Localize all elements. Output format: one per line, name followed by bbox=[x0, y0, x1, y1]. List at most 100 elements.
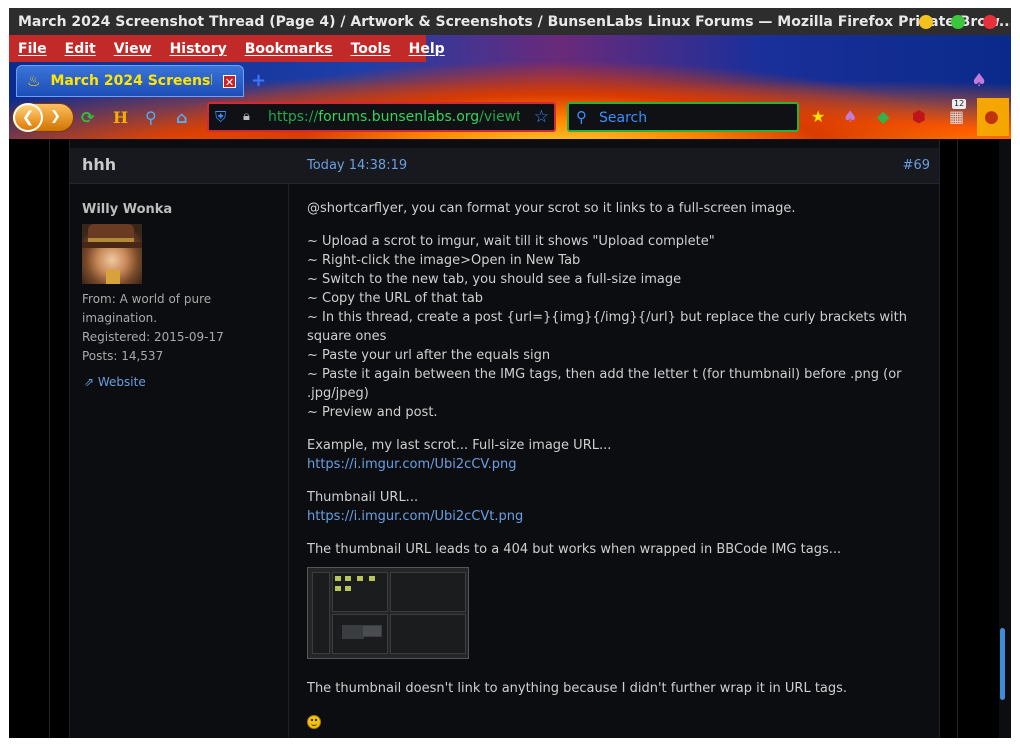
post-step: ~ Switch to the new tab, you should see … bbox=[307, 272, 682, 287]
author-registered: Registered: 2015-09-17 bbox=[82, 330, 224, 344]
post-step: ~ Copy the URL of that tab bbox=[307, 291, 484, 306]
menubar: File Edit View History Bookmarks Tools H… bbox=[9, 35, 445, 62]
example-label: Example, my last scrot... Full-size imag… bbox=[307, 438, 612, 453]
url-domain: forums.bunsenlabs.org bbox=[318, 109, 480, 125]
post-step: square ones bbox=[307, 329, 387, 344]
menu-file[interactable]: File bbox=[9, 41, 56, 57]
bookmarks-star-icon[interactable]: ★ bbox=[811, 107, 825, 126]
thumb-folder-icon bbox=[335, 586, 341, 591]
new-tab-button[interactable]: + bbox=[251, 70, 266, 91]
menu-tools[interactable]: Tools bbox=[342, 41, 400, 57]
thumb-window bbox=[342, 625, 364, 639]
avatar bbox=[82, 224, 142, 284]
tracking-shield-icon[interactable]: ⛨ bbox=[215, 108, 226, 126]
external-link-icon: ⇗ bbox=[84, 375, 98, 389]
thumb-folder-icon bbox=[345, 586, 351, 591]
page-gutter-left bbox=[49, 139, 50, 738]
tab-close-icon[interactable]: ✕ bbox=[223, 75, 236, 89]
forum-post: hhh Today 14:38:19 #69 Willy Wonka From:… bbox=[69, 139, 940, 738]
menu-help[interactable]: Help bbox=[400, 41, 454, 57]
private-mask-icon[interactable]: ♠ bbox=[843, 107, 857, 126]
magnifier-icon[interactable]: ⚲ bbox=[145, 108, 157, 127]
website-label: Website bbox=[97, 375, 146, 389]
flame-icon: ♨ bbox=[27, 72, 41, 90]
reload-icon[interactable]: ⟳ bbox=[81, 108, 94, 127]
avatar-hat-brim bbox=[82, 242, 142, 248]
home-icon[interactable]: ⌂ bbox=[176, 108, 187, 127]
window-titlebar: March 2024 Screenshot Thread (Page 4) / … bbox=[9, 8, 1011, 35]
post-step: ~ Paste your url after the equals sign bbox=[307, 348, 551, 363]
back-forward-group: ❮ ❯ bbox=[12, 103, 74, 132]
menu-bookmarks[interactable]: Bookmarks bbox=[236, 41, 342, 57]
thumb-pane bbox=[312, 572, 330, 654]
page-scrollbar[interactable] bbox=[999, 139, 1011, 738]
post-date-link[interactable]: Today 14:38:19 bbox=[307, 158, 407, 173]
page-content: hhh Today 14:38:19 #69 Willy Wonka From:… bbox=[9, 139, 1011, 738]
closing-text: The thumbnail doesn't link to anything b… bbox=[307, 681, 848, 696]
home-h-icon[interactable]: H bbox=[113, 108, 128, 127]
post-step: .jpg/jpeg) bbox=[307, 386, 369, 401]
firefox-icon: ● bbox=[984, 107, 999, 127]
post-step: ~ Upload a scrot to imgur, wait till it … bbox=[307, 234, 715, 249]
flag-extension-icon[interactable]: ▦ bbox=[949, 107, 964, 126]
thumbnail-link[interactable]: https://i.imgur.com/Ubi2cCVt.png bbox=[307, 509, 523, 524]
close-window-button[interactable] bbox=[983, 15, 997, 29]
url-path: /viewtopic.php bbox=[479, 109, 520, 125]
author-from-line2: imagination. bbox=[82, 311, 158, 325]
url-prefix: https:// bbox=[268, 109, 319, 125]
private-browsing-mask-icon: ♠ bbox=[971, 70, 988, 91]
tab-active[interactable]: ♨ March 2024 Screenshot Thread (Page 4) … bbox=[16, 65, 244, 97]
lock-icon[interactable]: 🔒︎ bbox=[243, 109, 250, 124]
search-icon: ⚲ bbox=[576, 108, 587, 126]
menu-view[interactable]: View bbox=[105, 41, 161, 57]
forward-button[interactable]: ❯ bbox=[50, 109, 61, 124]
scrollbar-thumb[interactable] bbox=[1000, 628, 1005, 700]
navigation-toolbar: ❮ ❯ ⟳ H ⚲ ⌂ ⛨ 🔒︎ https://forums.bunsenla… bbox=[9, 97, 1011, 139]
thumb-folder-icon bbox=[369, 576, 375, 581]
extension-green-icon[interactable]: ◆ bbox=[877, 107, 889, 126]
post-intro: @shortcarflyer, you can format your scro… bbox=[307, 201, 796, 216]
thumbnail-image[interactable] bbox=[307, 567, 469, 659]
ublock-icon[interactable]: ⬢ bbox=[912, 107, 926, 126]
url-text[interactable]: https://forums.bunsenlabs.org/viewtopic.… bbox=[268, 109, 520, 125]
bookmark-star-icon[interactable]: ☆ bbox=[534, 107, 549, 127]
browser-chrome: File Edit View History Bookmarks Tools H… bbox=[9, 35, 1011, 139]
thumb-folder-icon bbox=[335, 576, 341, 581]
browser-window: March 2024 Screenshot Thread (Page 4) / … bbox=[9, 8, 1011, 738]
menu-history[interactable]: History bbox=[161, 41, 236, 57]
thumb-url-line: https://i.imgur.com/Ubi2cCVt.png bbox=[307, 507, 927, 526]
back-button[interactable]: ❮ bbox=[13, 103, 43, 132]
avatar-bowtie bbox=[106, 270, 120, 284]
author-name[interactable]: Willy Wonka bbox=[82, 202, 172, 217]
thumb-folder-icon bbox=[345, 576, 351, 581]
thumb-window bbox=[362, 625, 382, 637]
thumb-pane bbox=[390, 572, 466, 612]
firefox-menu-button[interactable]: ● bbox=[977, 98, 1009, 136]
author-posts: Posts: 14,537 bbox=[82, 349, 164, 363]
post-header: hhh Today 14:38:19 #69 bbox=[70, 148, 939, 184]
thumbnail-note: The thumbnail URL leads to a 404 but wor… bbox=[307, 542, 842, 557]
smiley-icon bbox=[307, 715, 321, 729]
search-bar[interactable]: ⚲ Search bbox=[567, 102, 799, 132]
minimize-button[interactable] bbox=[919, 15, 933, 29]
url-bar[interactable]: ⛨ 🔒︎ https://forums.bunsenlabs.org/viewt… bbox=[207, 102, 556, 132]
search-placeholder: Search bbox=[599, 110, 648, 126]
page-gutter-right bbox=[957, 139, 958, 738]
post-step: ~ In this thread, create a post {url=}{i… bbox=[307, 310, 907, 325]
thumb-pane bbox=[390, 614, 466, 654]
window-title: March 2024 Screenshot Thread (Page 4) / … bbox=[18, 14, 1011, 30]
post-step: ~ Preview and post. bbox=[307, 405, 438, 420]
post-header-label: hhh bbox=[82, 155, 117, 174]
post-number-link[interactable]: #69 bbox=[903, 158, 930, 173]
maximize-button[interactable] bbox=[951, 15, 965, 29]
menu-edit[interactable]: Edit bbox=[56, 41, 105, 57]
author-from-line1: From: A world of pure bbox=[82, 292, 212, 306]
post-author-panel: Willy Wonka From: A world of pure imagin… bbox=[70, 184, 289, 738]
tab-title: March 2024 Screenshot Thread (Page 4) bbox=[50, 73, 212, 89]
extension-badge: 12 bbox=[952, 99, 967, 109]
author-website-link[interactable]: ⇗ Website bbox=[84, 375, 146, 389]
thumbnail-label: Thumbnail URL... bbox=[307, 490, 419, 505]
full-url-line: https://i.imgur.com/Ubi2cCV.png bbox=[307, 455, 927, 474]
thumb-folder-icon bbox=[357, 576, 363, 581]
full-image-link[interactable]: https://i.imgur.com/Ubi2cCV.png bbox=[307, 457, 517, 472]
